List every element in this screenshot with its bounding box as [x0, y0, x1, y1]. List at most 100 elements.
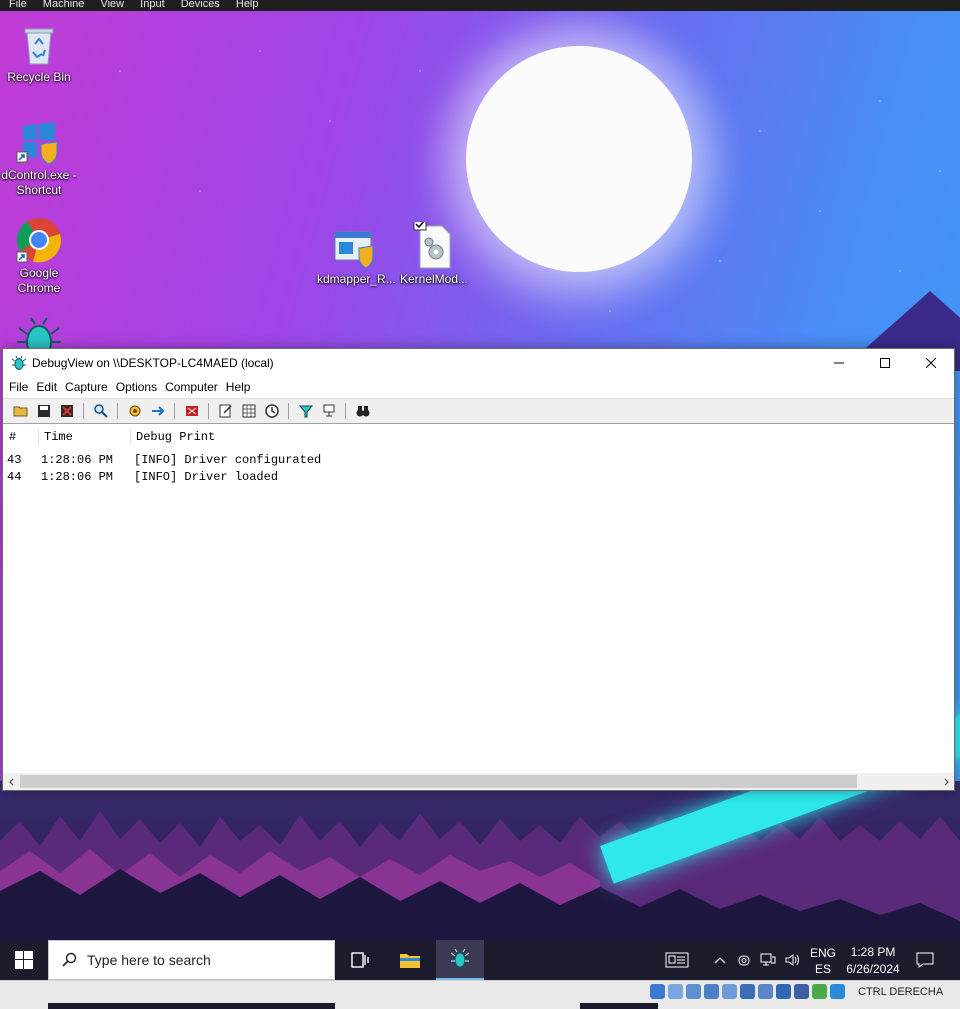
clear-display-icon — [60, 405, 73, 417]
bug-icon — [450, 948, 470, 968]
minimize-icon — [834, 362, 844, 364]
desktop-icon-kdmapper[interactable]: kdmapper_R... — [317, 222, 396, 287]
highlight-button[interactable] — [237, 400, 260, 422]
scroll-right-button[interactable] — [937, 773, 954, 790]
audio-icon[interactable] — [686, 984, 701, 999]
language-code: ENG — [809, 946, 836, 960]
desktop-icon-label: kdmapper_R... — [317, 272, 396, 286]
arrow-right-icon — [151, 406, 164, 416]
capture-kernel-button[interactable] — [180, 400, 203, 422]
network-adapter-icon[interactable] — [704, 984, 719, 999]
log-list[interactable]: 43 1:28:06 PM [INFO] Driver configurated… — [3, 452, 954, 486]
desktop-icon-debugview[interactable] — [1, 314, 77, 348]
recording-icon[interactable] — [776, 984, 791, 999]
input-language-indicator[interactable]: ENG ES — [806, 945, 840, 977]
desktop-icon-label: Google Chrome — [17, 266, 61, 295]
speaker-icon — [785, 954, 799, 966]
column-divider[interactable] — [38, 429, 39, 445]
menu-options[interactable]: Options — [116, 380, 157, 394]
news-widget-button[interactable] — [664, 950, 690, 970]
menu-capture[interactable]: Capture — [65, 380, 108, 394]
taskbar-file-explorer[interactable] — [386, 940, 434, 980]
taskbar-search-box[interactable]: Type here to search — [48, 940, 335, 980]
clock-icon — [264, 404, 279, 418]
column-header-debug-print[interactable]: Debug Print — [136, 430, 215, 444]
minimize-button[interactable] — [816, 349, 862, 377]
edit-filter-icon — [219, 404, 232, 418]
connect-button[interactable] — [317, 400, 340, 422]
scroll-left-button[interactable] — [3, 773, 20, 790]
tray-meet-now[interactable] — [735, 950, 753, 970]
optical-drive-icon[interactable] — [668, 984, 683, 999]
taskbar-clock[interactable]: 1:28 PM 6/26/2024 — [842, 944, 904, 978]
tray-volume[interactable] — [783, 950, 801, 970]
start-button[interactable] — [0, 940, 48, 980]
window-menubar: File Edit Capture Options Computer Help — [3, 377, 954, 397]
binoculars-icon — [356, 406, 369, 417]
display-icon[interactable] — [758, 984, 773, 999]
show-hidden-icons-button[interactable] — [711, 950, 729, 970]
desktop-icon-google-chrome[interactable]: Google Chrome — [1, 216, 77, 296]
column-divider[interactable] — [130, 429, 131, 445]
usb-icon[interactable] — [722, 984, 737, 999]
kernel-capture-icon — [185, 406, 198, 416]
desktop-icon-kernelmod[interactable]: KernelMod... — [396, 222, 472, 287]
menu-computer[interactable]: Computer — [165, 380, 218, 394]
search-icon — [62, 952, 77, 967]
log-row[interactable]: 43 1:28:06 PM [INFO] Driver configurated — [3, 452, 954, 469]
maximize-button[interactable] — [862, 349, 908, 377]
log-row-number: 44 — [7, 470, 22, 484]
vm-menu-file[interactable]: File — [9, 0, 27, 10]
hard-disk-icon[interactable] — [650, 984, 665, 999]
vm-menu-input[interactable]: Input — [140, 0, 164, 10]
desktop-icon-recycle-bin[interactable]: Recycle Bin — [1, 20, 77, 85]
menu-edit[interactable]: Edit — [36, 380, 57, 394]
search-placeholder: Type here to search — [87, 952, 211, 968]
clear-button[interactable] — [55, 400, 78, 422]
keyboard-capture-icon[interactable] — [830, 984, 845, 999]
vm-menu-help[interactable]: Help — [236, 0, 259, 10]
virtualization-icon[interactable] — [794, 984, 809, 999]
log-row-message: [INFO] Driver loaded — [134, 470, 279, 484]
close-button[interactable] — [908, 349, 954, 377]
toolbar-separator — [83, 403, 84, 419]
open-button[interactable] — [9, 400, 32, 422]
filter-button[interactable] — [214, 400, 237, 422]
menu-help[interactable]: Help — [226, 380, 251, 394]
folder-icon — [400, 954, 420, 968]
magnifier-icon — [93, 404, 108, 418]
vm-menu-machine[interactable]: Machine — [43, 0, 85, 10]
log-row[interactable]: 44 1:28:06 PM [INFO] Driver loaded — [3, 469, 954, 486]
tray-network[interactable] — [759, 950, 777, 970]
installer-shield-icon — [334, 231, 374, 269]
window-titlebar[interactable]: DebugView on \\DESKTOP-LC4MAED (local) — [3, 349, 954, 377]
capture-button[interactable] — [123, 400, 146, 422]
host-key-label: CTRL DERECHA — [858, 986, 944, 998]
horizontal-scrollbar[interactable] — [3, 773, 954, 790]
column-header-number[interactable]: # — [9, 430, 16, 444]
find-button[interactable] — [89, 400, 112, 422]
taskbar-debugview[interactable] — [436, 940, 484, 980]
find-next-button[interactable] — [351, 400, 374, 422]
menu-file[interactable]: File — [9, 380, 28, 394]
chevron-up-icon — [714, 957, 726, 964]
shared-folder-icon[interactable] — [740, 984, 755, 999]
column-header-time[interactable]: Time — [44, 430, 73, 444]
save-button[interactable] — [32, 400, 55, 422]
desktop-icon-dcontrol-shortcut[interactable]: dControl.exe - Shortcut — [1, 118, 77, 198]
vm-menu-view[interactable]: View — [100, 0, 124, 10]
task-view-button[interactable] — [336, 940, 384, 980]
chrome-icon — [16, 218, 61, 263]
autoscroll-button[interactable] — [146, 400, 169, 422]
scrollbar-thumb[interactable] — [20, 775, 857, 788]
clock-time-button[interactable] — [260, 400, 283, 422]
debugview-window[interactable]: DebugView on \\DESKTOP-LC4MAED (local) F… — [2, 348, 955, 791]
history-depth-button[interactable] — [294, 400, 317, 422]
vm-menu-devices[interactable]: Devices — [181, 0, 220, 10]
desktop-icon-label: dControl.exe - Shortcut — [1, 168, 77, 197]
notification-center-button[interactable] — [915, 950, 935, 970]
shield-windows-icon — [16, 122, 58, 165]
mouse-integration-icon[interactable] — [812, 984, 827, 999]
open-folder-icon — [13, 406, 27, 417]
wallpaper-trees — [0, 811, 960, 940]
